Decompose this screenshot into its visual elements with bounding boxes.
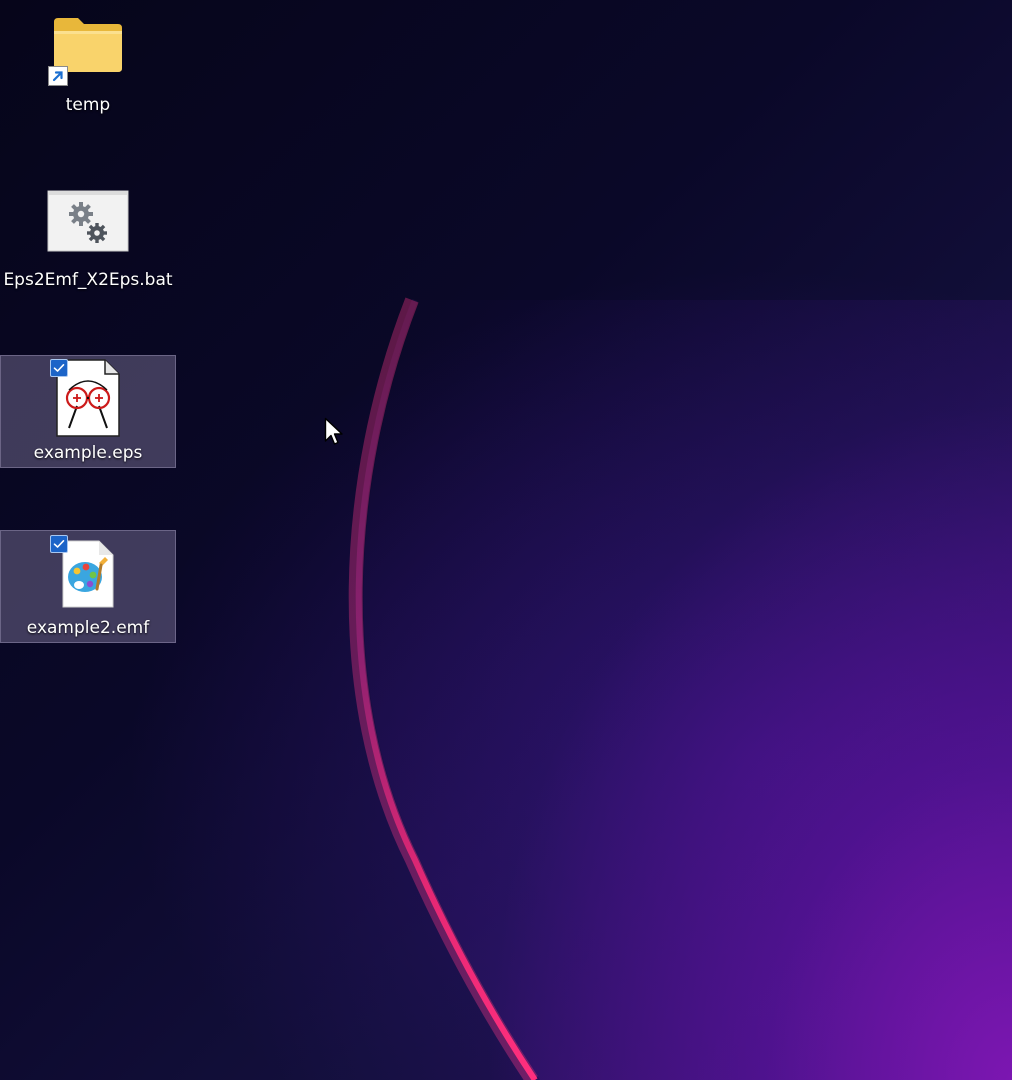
mouse-pointer-icon (324, 417, 344, 451)
selection-checkbox[interactable] (50, 535, 68, 553)
icon-label: temp (65, 95, 111, 115)
desktop-icon-eps[interactable]: example.eps (0, 355, 176, 468)
batch-file-gears-icon (47, 190, 129, 252)
icon-label: example.eps (33, 443, 143, 463)
selection-checkbox[interactable] (50, 359, 68, 377)
emf-paint-file-icon (61, 539, 115, 609)
shortcut-arrow-icon (48, 66, 68, 86)
desktop-icon-bat[interactable]: Eps2Emf_X2Eps.bat (0, 183, 176, 296)
icon-label: example2.emf (26, 618, 150, 638)
icon-label: Eps2Emf_X2Eps.bat (3, 270, 173, 290)
desktop-icon-emf[interactable]: example2.emf (0, 530, 176, 643)
desktop-icon-temp[interactable]: temp (0, 8, 176, 121)
